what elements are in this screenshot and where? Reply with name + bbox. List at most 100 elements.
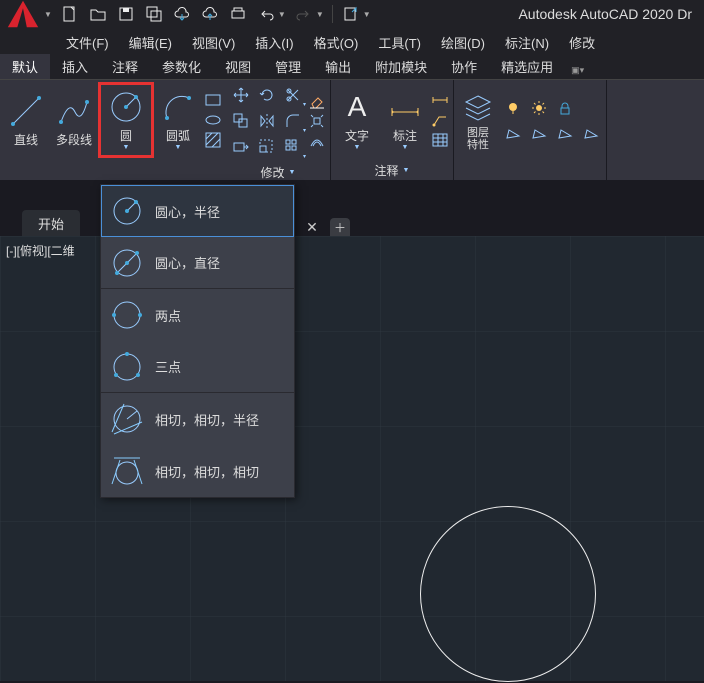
rtab-default[interactable]: 默认 (0, 54, 50, 79)
panel-modify: ▾ ▾ ▾ 修改 ▼ (226, 80, 331, 180)
polyline-button[interactable]: 多段线 (52, 84, 96, 156)
menu-format[interactable]: 格式(O) (306, 31, 367, 54)
panel-annotate: A 文字 ▼ 标注 ▼ ▾ ▾ 注释 ▼ (331, 80, 454, 180)
circle-label: 圆 (120, 127, 132, 144)
rtab-output[interactable]: 输出 (313, 54, 363, 79)
redo-chevron-icon[interactable]: ▼ (316, 10, 324, 19)
dimension-icon (387, 89, 423, 125)
arc-button[interactable]: 圆弧 ▼ (156, 84, 200, 156)
layer-bulb-icon[interactable] (502, 97, 524, 119)
rtab-view[interactable]: 视图 (213, 54, 263, 79)
layer-props-icon (460, 89, 496, 125)
panel-layers-label[interactable] (454, 160, 606, 180)
line-label: 直线 (14, 131, 38, 148)
mirror-icon[interactable] (256, 110, 278, 132)
viewport-controls[interactable]: [-][俯视][二维 (6, 242, 75, 259)
rectangle-icon[interactable]: ▾ (204, 91, 222, 109)
circle-3points[interactable]: 三点 (101, 341, 294, 393)
move-icon[interactable] (230, 84, 252, 106)
circle-icon (108, 89, 144, 125)
layer-lock-icon[interactable] (554, 97, 576, 119)
fillet-icon[interactable]: ▾ (282, 110, 304, 132)
explode-icon[interactable] (308, 112, 326, 130)
layer-match-icon[interactable] (554, 121, 576, 143)
menu-tools[interactable]: 工具(T) (370, 31, 429, 54)
rtab-addins[interactable]: 附加模块 (363, 54, 439, 79)
undo-icon[interactable] (256, 4, 276, 24)
rtab-manage[interactable]: 管理 (263, 54, 313, 79)
close-tab-button[interactable]: ✕ (302, 219, 322, 236)
menu-draw[interactable]: 绘图(D) (433, 31, 493, 54)
app-menu-chevron-icon[interactable]: ▼ (44, 10, 52, 19)
linear-dim-icon[interactable]: ▾ (431, 91, 449, 109)
circle-2points[interactable]: 两点 (101, 289, 294, 341)
layer-prev-icon[interactable] (580, 121, 602, 143)
rtab-insert[interactable]: 插入 (50, 54, 100, 79)
redo-icon[interactable] (294, 4, 314, 24)
layer-props-label: 图层 特性 (467, 127, 489, 151)
circle-center-diameter[interactable]: 圆心，直径 (101, 237, 294, 289)
trim-icon[interactable]: ▾ (282, 84, 304, 106)
text-button[interactable]: A 文字 ▼ (335, 84, 379, 156)
circle-center-radius[interactable]: 圆心，半径 (101, 185, 294, 237)
circle-button[interactable]: 圆 ▼ (100, 84, 152, 156)
menu-modify[interactable]: 修改 (561, 31, 603, 54)
app-title: Autodesk AutoCAD 2020 Dr (518, 6, 700, 22)
layer-sun-icon[interactable] (528, 97, 550, 119)
layer-off-icon[interactable] (502, 121, 524, 143)
drawing-tab-start[interactable]: 开始 (22, 210, 80, 236)
leader-icon[interactable]: ▾ (431, 111, 449, 129)
chevron-down-icon: ▼ (402, 144, 409, 151)
hatch-icon[interactable]: ▾ (204, 131, 222, 149)
menu-dim[interactable]: 标注(N) (497, 31, 557, 54)
circle-ttt[interactable]: 相切，相切，相切 (101, 445, 294, 497)
panel-annotate-label[interactable]: 注释 ▼ (331, 160, 453, 180)
rtab-featured[interactable]: 精选应用 (489, 54, 565, 79)
stretch-icon[interactable] (230, 136, 252, 158)
app-logo[interactable] (4, 0, 42, 33)
dimension-button[interactable]: 标注 ▼ (383, 84, 427, 156)
menu-insert[interactable]: 插入(I) (247, 31, 301, 54)
new-tab-button[interactable]: ＋ (330, 218, 350, 236)
erase-icon[interactable] (308, 92, 326, 110)
rtab-collab[interactable]: 协作 (439, 54, 489, 79)
rtab-annotate[interactable]: 注释 (100, 54, 150, 79)
copy-icon[interactable] (230, 110, 252, 132)
line-icon (8, 93, 44, 129)
saveas-icon[interactable] (144, 4, 164, 24)
arc-icon (160, 89, 196, 125)
ellipse-icon[interactable]: ▾ (204, 111, 222, 129)
share-icon[interactable] (341, 4, 361, 24)
dim-label: 标注 (393, 127, 417, 144)
line-button[interactable]: 直线 (4, 84, 48, 156)
cloud-open-icon[interactable] (172, 4, 192, 24)
new-icon[interactable] (60, 4, 80, 24)
scale-icon[interactable] (256, 136, 278, 158)
panel-draw-label[interactable] (0, 160, 226, 180)
layer-iso-icon[interactable] (528, 121, 550, 143)
cloud-save-icon[interactable] (200, 4, 220, 24)
quick-access-toolbar: ▼ ▼ ▼ ▼ Autodesk AutoCAD 2020 Dr (0, 0, 704, 28)
rtab-param[interactable]: 参数化 (150, 54, 213, 79)
undo-chevron-icon[interactable]: ▼ (278, 10, 286, 19)
menu-edit[interactable]: 编辑(E) (121, 31, 180, 54)
menu-view[interactable]: 视图(V) (184, 31, 243, 54)
arc-label: 圆弧 (166, 127, 190, 144)
rotate-icon[interactable] (256, 84, 278, 106)
share-chevron-icon[interactable]: ▼ (363, 10, 371, 19)
panel-modify-label[interactable]: 修改 ▼ (226, 162, 330, 182)
layer-props-button[interactable]: 图层 特性 (458, 84, 498, 156)
plot-icon[interactable] (228, 4, 248, 24)
text-label: 文字 (345, 127, 369, 144)
circle-ttr[interactable]: 相切，相切，半径 (101, 393, 294, 445)
circle-center-diameter-icon (109, 245, 145, 281)
ribbon-expand-icon[interactable]: ▣▾ (565, 62, 590, 79)
open-icon[interactable] (88, 4, 108, 24)
save-icon[interactable] (116, 4, 136, 24)
array-icon[interactable]: ▾ (282, 136, 304, 158)
offset-icon[interactable] (308, 132, 326, 150)
menu-file[interactable]: 文件(F) (58, 31, 117, 54)
table-icon[interactable] (431, 131, 449, 149)
circle-dropdown: 圆心，半径 圆心，直径 两点 三点 相切，相切，半径 相切，相切，相切 (100, 184, 295, 498)
circle-2points-icon (109, 297, 145, 333)
